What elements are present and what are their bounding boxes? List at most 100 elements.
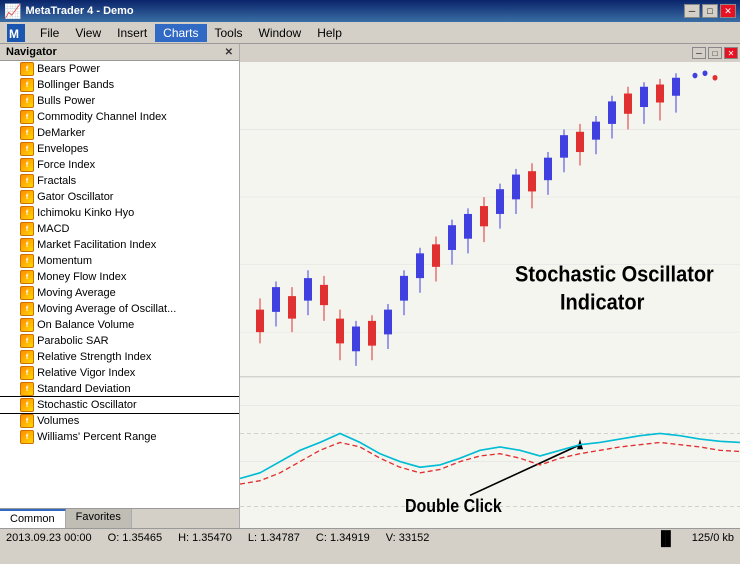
nav-item-relative-strength-index[interactable]: f Relative Strength Index bbox=[0, 349, 239, 365]
nav-item-label: Volumes bbox=[37, 415, 79, 427]
indicator-icon: f bbox=[20, 366, 34, 380]
nav-item-commodity-channel-index[interactable]: f Commodity Channel Index bbox=[0, 109, 239, 125]
menu-view[interactable]: View bbox=[67, 24, 109, 42]
nav-item-parabolic-sar[interactable]: f Parabolic SAR bbox=[0, 333, 239, 349]
menu-insert[interactable]: Insert bbox=[109, 24, 155, 42]
nav-item-label: Bears Power bbox=[37, 63, 100, 75]
nav-item-on-balance-volume[interactable]: f On Balance Volume bbox=[0, 317, 239, 333]
title-bar: 📈 MetaTrader 4 - Demo ─ □ ✕ bbox=[0, 0, 740, 22]
nav-item-williams'-percent-range[interactable]: f Williams' Percent Range bbox=[0, 429, 239, 445]
svg-text:Stochastic Oscillator: Stochastic Oscillator bbox=[515, 261, 714, 286]
indicator-icon: f bbox=[20, 318, 34, 332]
navigator-close-button[interactable]: ✕ bbox=[225, 47, 233, 58]
indicator-icon: f bbox=[20, 142, 34, 156]
nav-item-label: Relative Vigor Index bbox=[37, 367, 135, 379]
mdi-minimize[interactable]: ─ bbox=[692, 47, 706, 59]
nav-item-bears-power[interactable]: f Bears Power bbox=[0, 61, 239, 77]
indicator-icon: f bbox=[20, 206, 34, 220]
status-size: 125/0 kb bbox=[692, 532, 734, 544]
status-volume: V: 33152 bbox=[386, 532, 430, 544]
status-bar: 2013.09.23 00:00 O: 1.35465 H: 1.35470 L… bbox=[0, 528, 740, 546]
status-high: H: 1.35470 bbox=[178, 532, 232, 544]
mdi-maximize[interactable]: □ bbox=[708, 47, 722, 59]
indicator-icon: f bbox=[20, 302, 34, 316]
nav-item-bulls-power[interactable]: f Bulls Power bbox=[0, 93, 239, 109]
close-button[interactable]: ✕ bbox=[720, 4, 736, 18]
nav-item-label: Market Facilitation Index bbox=[37, 239, 156, 251]
app-logo-icon: M bbox=[4, 23, 28, 43]
indicator-icon: f bbox=[20, 334, 34, 348]
menu-tools[interactable]: Tools bbox=[207, 24, 251, 42]
navigator-tabs: Common Favorites bbox=[0, 508, 239, 528]
indicator-icon: f bbox=[20, 414, 34, 428]
status-bars-icon: ▐▌ bbox=[656, 530, 676, 546]
svg-text:Double Click: Double Click bbox=[405, 496, 502, 516]
nav-item-label: Force Index bbox=[37, 159, 95, 171]
indicator-icon: f bbox=[20, 126, 34, 140]
nav-item-moving-average-of-oscillat...[interactable]: f Moving Average of Oscillat... bbox=[0, 301, 239, 317]
indicator-icon: f bbox=[20, 62, 34, 76]
nav-item-bollinger-bands[interactable]: f Bollinger Bands bbox=[0, 77, 239, 93]
tab-favorites[interactable]: Favorites bbox=[66, 509, 132, 528]
nav-item-gator-oscillator[interactable]: f Gator Oscillator bbox=[0, 189, 239, 205]
nav-item-moving-average[interactable]: f Moving Average bbox=[0, 285, 239, 301]
nav-item-label: Money Flow Index bbox=[37, 271, 126, 283]
nav-item-ichimoku-kinko-hyo[interactable]: f Ichimoku Kinko Hyo bbox=[0, 205, 239, 221]
nav-item-label: Relative Strength Index bbox=[37, 351, 151, 363]
indicator-icon: f bbox=[20, 350, 34, 364]
navigator-title: Navigator bbox=[6, 46, 57, 58]
nav-item-macd[interactable]: f MACD bbox=[0, 221, 239, 237]
menu-window[interactable]: Window bbox=[251, 24, 310, 42]
app-icon: 📈 bbox=[4, 3, 21, 20]
nav-item-label: Standard Deviation bbox=[37, 383, 131, 395]
nav-item-label: Envelopes bbox=[37, 143, 88, 155]
nav-item-market-facilitation-index[interactable]: f Market Facilitation Index bbox=[0, 237, 239, 253]
svg-text:M: M bbox=[9, 27, 19, 41]
menu-file[interactable]: File bbox=[32, 24, 67, 42]
nav-item-label: Bollinger Bands bbox=[37, 79, 114, 91]
nav-item-label: Commodity Channel Index bbox=[37, 111, 167, 123]
maximize-button[interactable]: □ bbox=[702, 4, 718, 18]
chart-area: ─ □ ✕ bbox=[240, 44, 740, 528]
nav-item-label: Parabolic SAR bbox=[37, 335, 109, 347]
status-close: C: 1.34919 bbox=[316, 532, 370, 544]
indicator-icon: f bbox=[20, 254, 34, 268]
mdi-controls: ─ □ ✕ bbox=[240, 44, 740, 62]
indicator-icon: f bbox=[20, 286, 34, 300]
tab-common[interactable]: Common bbox=[0, 509, 66, 528]
nav-item-relative-vigor-index[interactable]: f Relative Vigor Index bbox=[0, 365, 239, 381]
nav-item-label: Bulls Power bbox=[37, 95, 95, 107]
nav-item-envelopes[interactable]: f Envelopes bbox=[0, 141, 239, 157]
menu-help[interactable]: Help bbox=[309, 24, 350, 42]
nav-item-label: Williams' Percent Range bbox=[37, 431, 156, 443]
indicator-icon: f bbox=[20, 382, 34, 396]
indicator-icon: f bbox=[20, 110, 34, 124]
nav-item-label: Fractals bbox=[37, 175, 76, 187]
main-content: Navigator ✕ f Bears Powerf Bollinger Ban… bbox=[0, 44, 740, 528]
navigator-list[interactable]: f Bears Powerf Bollinger Bandsf Bulls Po… bbox=[0, 61, 239, 508]
nav-item-money-flow-index[interactable]: f Money Flow Index bbox=[0, 269, 239, 285]
nav-item-volumes[interactable]: f Volumes bbox=[0, 413, 239, 429]
nav-item-label: Ichimoku Kinko Hyo bbox=[37, 207, 134, 219]
nav-item-force-index[interactable]: f Force Index bbox=[0, 157, 239, 173]
chart-svg: Stochastic Oscillator Indicator Double C… bbox=[240, 62, 740, 528]
menu-charts[interactable]: Charts bbox=[155, 24, 206, 42]
title-bar-controls: ─ □ ✕ bbox=[684, 4, 736, 18]
nav-item-stochastic-oscillator[interactable]: f Stochastic Oscillator bbox=[0, 397, 239, 413]
title-bar-left: 📈 MetaTrader 4 - Demo bbox=[4, 3, 134, 20]
nav-item-label: DeMarker bbox=[37, 127, 85, 139]
menu-bar: M File View Insert Charts Tools Window H… bbox=[0, 22, 740, 44]
nav-item-label: MACD bbox=[37, 223, 69, 235]
mdi-close[interactable]: ✕ bbox=[724, 47, 738, 59]
nav-item-fractals[interactable]: f Fractals bbox=[0, 173, 239, 189]
indicator-icon: f bbox=[20, 430, 34, 444]
indicator-icon: f bbox=[20, 158, 34, 172]
navigator-panel: Navigator ✕ f Bears Powerf Bollinger Ban… bbox=[0, 44, 240, 528]
nav-item-label: Momentum bbox=[37, 255, 92, 267]
nav-item-demarker[interactable]: f DeMarker bbox=[0, 125, 239, 141]
indicator-icon: f bbox=[20, 78, 34, 92]
minimize-button[interactable]: ─ bbox=[684, 4, 700, 18]
status-datetime: 2013.09.23 00:00 bbox=[6, 532, 92, 544]
nav-item-momentum[interactable]: f Momentum bbox=[0, 253, 239, 269]
nav-item-standard-deviation[interactable]: f Standard Deviation bbox=[0, 381, 239, 397]
